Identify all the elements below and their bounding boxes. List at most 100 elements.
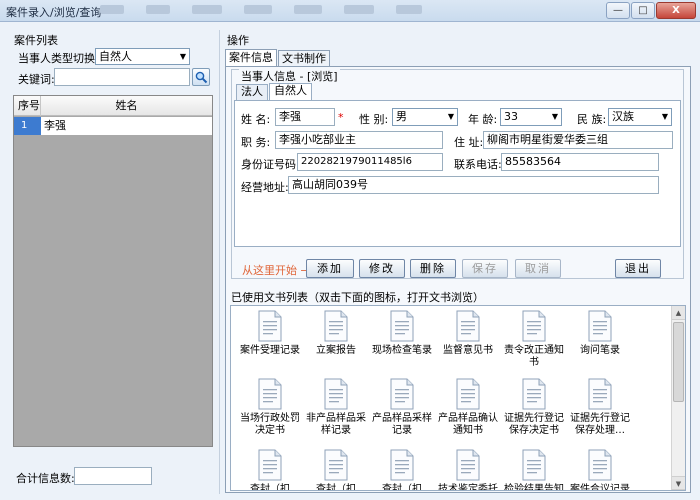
- document-item[interactable]: 查封（扣押）…: [369, 449, 435, 491]
- chevron-down-icon: ▼: [447, 112, 454, 121]
- table-row[interactable]: 1 李强: [14, 117, 212, 135]
- document-name: 技术鉴定委托书: [438, 484, 498, 491]
- document-item[interactable]: 当场行政处罚决定书: [237, 378, 303, 437]
- document-item[interactable]: 查封（扣押）…: [237, 449, 303, 491]
- scroll-thumb[interactable]: [673, 322, 684, 402]
- gender-select[interactable]: 男 ▼: [392, 108, 458, 126]
- document-name: 查封（扣押）…: [382, 484, 422, 491]
- document-item[interactable]: 证据先行登记保存决定书: [501, 378, 567, 437]
- ethnicity-label: 民 族:: [577, 113, 607, 126]
- total-count-label: 合计信息数:: [16, 472, 75, 485]
- search-icon: [195, 71, 208, 84]
- id-number-field[interactable]: 2202821979011485l6: [297, 153, 443, 171]
- document-item[interactable]: 监督意见书: [435, 310, 501, 357]
- document-item[interactable]: 立案报告: [303, 310, 369, 357]
- vertical-scrollbar[interactable]: ▲ ▼: [671, 306, 685, 490]
- edit-button[interactable]: 修改: [359, 259, 405, 278]
- document-icon: [521, 310, 547, 342]
- party-type-select[interactable]: 自然人 ▼: [95, 48, 190, 65]
- name-field[interactable]: 李强: [275, 108, 335, 126]
- natural-person-form: 姓 名: 李强 * 性 别: 男 ▼ 年 龄: 33 ▼ 民 族: 汉族 ▼ 职…: [234, 100, 681, 247]
- document-name: 责令改正通知书: [504, 345, 564, 368]
- document-icon: [323, 378, 349, 410]
- age-label: 年 龄:: [468, 113, 498, 126]
- document-item[interactable]: 产品样品采样记录: [369, 378, 435, 437]
- menu-bar-blurred: [100, 5, 422, 17]
- document-list-label: 已使用文书列表（双击下面的图标，打开文书浏览）: [231, 291, 484, 304]
- document-item[interactable]: 现场检查笔录: [369, 310, 435, 357]
- gender-label: 性 别:: [359, 113, 389, 126]
- document-name: 证据先行登记保存决定书: [504, 413, 564, 436]
- document-name: 现场检查笔录: [372, 345, 432, 356]
- maximize-button[interactable]: □: [631, 2, 655, 19]
- chevron-down-icon: ▼: [551, 112, 558, 121]
- document-item[interactable]: 非产品样品采样记录: [303, 378, 369, 437]
- start-here-hint: 从这里开始 →: [242, 264, 310, 277]
- document-name: 查封（扣押）…: [250, 484, 290, 491]
- required-mark: *: [338, 111, 344, 124]
- column-header-name[interactable]: 姓名: [41, 96, 212, 116]
- age-select[interactable]: 33 ▼: [500, 108, 562, 126]
- save-button[interactable]: 保存: [462, 259, 508, 278]
- business-address-field[interactable]: 高山胡同039号: [288, 176, 659, 194]
- document-icon: [323, 449, 349, 481]
- document-item[interactable]: 案件受理记录: [237, 310, 303, 357]
- document-icon: [389, 310, 415, 342]
- document-item[interactable]: 查封（扣押）…: [303, 449, 369, 491]
- tab-case-info[interactable]: 案件信息: [225, 49, 277, 67]
- keyword-input[interactable]: [54, 68, 190, 86]
- document-item[interactable]: 证据先行登记保存处理…: [567, 378, 633, 437]
- document-item[interactable]: 产品样品确认通知书: [435, 378, 501, 437]
- party-info-group: 当事人信息 - [浏览] 法人 自然人 姓 名: 李强 * 性 别: 男 ▼ 年…: [231, 68, 684, 279]
- search-button[interactable]: [192, 68, 210, 86]
- document-item[interactable]: 责令改正通知书: [501, 310, 567, 369]
- tab-natural-person[interactable]: 自然人: [269, 83, 312, 100]
- document-name: 产品样品确认通知书: [438, 413, 498, 436]
- party-type-value: 自然人: [99, 50, 132, 63]
- document-name: 检验结果告知书: [504, 484, 564, 491]
- document-icon: [455, 310, 481, 342]
- delete-button[interactable]: 删除: [410, 259, 456, 278]
- tab-legal-person[interactable]: 法人: [236, 84, 268, 100]
- job-label: 职 务:: [241, 136, 271, 149]
- keyword-label: 关键词:: [18, 73, 55, 86]
- ethnicity-select[interactable]: 汉族 ▼: [608, 108, 672, 126]
- table-header: 序号 姓名: [14, 96, 212, 116]
- cancel-button[interactable]: 取消: [515, 259, 561, 278]
- document-icon: [455, 449, 481, 481]
- scroll-down-icon[interactable]: ▼: [672, 476, 685, 490]
- document-item[interactable]: 技术鉴定委托书: [435, 449, 501, 491]
- column-header-index[interactable]: 序号: [14, 96, 41, 116]
- close-button[interactable]: X: [656, 2, 696, 19]
- document-name: 案件受理记录: [240, 345, 300, 356]
- document-icon: [587, 310, 613, 342]
- total-count-field: [74, 467, 152, 485]
- window-title: 案件录入/浏览/查询: [6, 6, 102, 19]
- add-button[interactable]: 添加: [306, 259, 354, 278]
- window-controls: — □ X: [606, 2, 696, 19]
- address-field[interactable]: 柳阁市明星街爱华委三组: [483, 131, 673, 149]
- document-name: 查封（扣押）…: [316, 484, 356, 491]
- document-item[interactable]: 检验结果告知书: [501, 449, 567, 491]
- name-label: 姓 名:: [241, 113, 271, 126]
- document-icon: [257, 449, 283, 481]
- phone-label: 联系电话:: [454, 158, 502, 171]
- document-item[interactable]: 案件合议记录: [567, 449, 633, 490]
- scroll-up-icon[interactable]: ▲: [672, 306, 685, 320]
- type-switch-label: 当事人类型切换:: [18, 52, 99, 65]
- document-item[interactable]: 询问笔录: [567, 310, 633, 357]
- case-table: 序号 姓名 1 李强: [13, 95, 213, 447]
- tab-document-making[interactable]: 文书制作: [278, 50, 330, 67]
- job-field[interactable]: 李强小吃部业主: [275, 131, 443, 149]
- panel-divider[interactable]: [219, 30, 220, 494]
- document-icon: [587, 449, 613, 481]
- party-type-tabs: 法人 自然人: [236, 83, 313, 101]
- document-name: 产品样品采样记录: [372, 413, 432, 436]
- phone-field[interactable]: 85583564: [501, 153, 659, 171]
- document-icon: [455, 378, 481, 410]
- age-value: 33: [504, 110, 518, 123]
- minimize-button[interactable]: —: [606, 2, 630, 19]
- chevron-down-icon: ▼: [661, 112, 668, 121]
- row-name: 李强: [44, 119, 66, 132]
- exit-button[interactable]: 退出: [615, 259, 661, 278]
